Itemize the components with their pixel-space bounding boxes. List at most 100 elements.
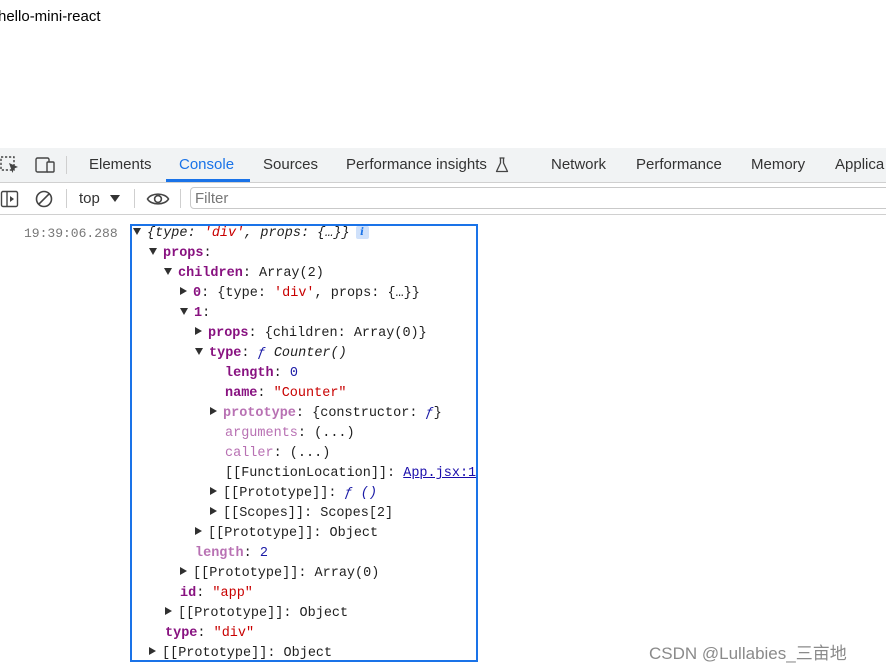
tree-token: props <box>163 246 204 261</box>
tree-token: name <box>225 386 258 401</box>
object-tree-row[interactable]: [[Prototype]]: ƒ () <box>210 484 377 504</box>
live-expression-eye-icon[interactable] <box>146 189 170 209</box>
toolbar-divider <box>134 189 135 208</box>
info-icon[interactable]: i <box>355 225 369 239</box>
object-tree-row: length: 2 <box>195 544 268 564</box>
tree-token: 1 <box>194 306 203 321</box>
tree-token: [[Prototype]]: Object <box>208 526 379 541</box>
object-tree-row[interactable]: [[Prototype]]: Array(0) <box>180 564 379 584</box>
tree-token: 'div' <box>203 226 245 241</box>
expand-triangle-icon[interactable] <box>165 607 172 616</box>
tree-token: arguments <box>225 426 298 441</box>
tree-token: : (...) <box>273 446 331 461</box>
show-sidebar-icon[interactable] <box>0 189 20 209</box>
tree-token: 0 <box>193 286 202 301</box>
source-link[interactable]: App.jsx:1 <box>403 466 476 481</box>
csdn-watermark: CSDN @Lullabies_三亩地 <box>649 644 847 663</box>
tab-network[interactable]: Network <box>551 148 606 182</box>
tree-token: , props: {…}} <box>314 286 420 301</box>
object-tree-row[interactable]: props: {children: Array(0)} <box>195 324 427 344</box>
tree-token: 0 <box>289 366 298 381</box>
tree-token: caller <box>225 446 274 461</box>
collapse-triangle-icon[interactable] <box>149 247 157 255</box>
tree-token: : <box>243 546 260 561</box>
device-toolbar-icon[interactable] <box>35 156 55 174</box>
filter-input[interactable] <box>190 187 886 209</box>
expand-triangle-icon[interactable] <box>180 567 187 576</box>
collapse-triangle-icon[interactable] <box>195 347 203 355</box>
expand-triangle-icon[interactable] <box>210 507 217 516</box>
tree-token: ƒ <box>425 406 434 421</box>
tab-sources[interactable]: Sources <box>263 148 318 182</box>
tree-token: type <box>209 346 242 361</box>
tree-token: [[FunctionLocation]]: <box>225 466 404 481</box>
inspect-element-icon[interactable] <box>0 156 20 174</box>
tab-performance[interactable]: Performance <box>636 148 722 182</box>
tab-console[interactable]: Console <box>179 148 234 182</box>
object-tree-row: caller: (...) <box>225 444 330 464</box>
expand-triangle-icon[interactable] <box>195 327 202 336</box>
object-tree-row: [[FunctionLocation]]: App.jsx:1 <box>225 464 476 484</box>
tree-token: 'div' <box>274 286 315 301</box>
tree-token: props <box>208 326 249 341</box>
object-tree-row[interactable]: 1: <box>180 304 210 324</box>
expand-triangle-icon[interactable] <box>180 287 187 296</box>
tree-token: prototype <box>223 406 296 421</box>
devtools-panel: Elements Console Sources Performance ins… <box>0 148 886 668</box>
object-tree-row[interactable]: children: Array(2) <box>164 264 324 284</box>
object-tree-row[interactable]: props: <box>149 244 212 264</box>
tree-token: : {type: <box>201 286 275 301</box>
object-tree-row[interactable]: [[Prototype]]: Object <box>149 644 332 664</box>
collapse-triangle-icon[interactable] <box>133 227 141 235</box>
object-tree-row[interactable]: {type: 'div', props: {…}} i <box>133 224 369 244</box>
tree-token: : {constructor: <box>295 406 426 421</box>
log-timestamp: 19:39:06.288 <box>24 226 118 241</box>
console-output: 19:39:06.288 {type: 'div', props: {…}} i p… <box>0 215 886 668</box>
tree-token: Counter() <box>265 346 347 361</box>
active-tab-indicator <box>166 179 250 182</box>
toolbar-divider <box>180 189 181 208</box>
page-heading-text: hello-mini-react <box>0 8 101 25</box>
tree-token: : <box>196 586 213 601</box>
collapse-triangle-icon[interactable] <box>180 307 188 315</box>
object-tree-row[interactable]: [[Scopes]]: Scopes[2] <box>210 504 393 524</box>
object-tree-row[interactable]: prototype: {constructor: ƒ} <box>210 404 442 424</box>
tree-token: : <box>241 346 258 361</box>
tree-token: : <box>197 626 214 641</box>
clear-console-icon[interactable] <box>34 189 54 209</box>
object-tree-row: name: "Counter" <box>225 384 347 404</box>
object-tree-row: type: "div" <box>165 624 254 644</box>
collapse-triangle-icon[interactable] <box>164 267 172 275</box>
tree-token: children <box>178 266 243 281</box>
expand-triangle-icon[interactable] <box>149 647 156 656</box>
tree-token: : (...) <box>297 426 355 441</box>
tab-elements[interactable]: Elements <box>89 148 152 182</box>
tree-token: , props: {…}} <box>244 226 350 241</box>
object-tree-row[interactable]: 0: {type: 'div', props: {…}} <box>180 284 420 304</box>
context-selector[interactable]: top <box>79 183 100 214</box>
tree-token: 2 <box>259 546 268 561</box>
object-tree-row[interactable]: [[Prototype]]: Object <box>165 604 348 624</box>
tree-token: [[Prototype]]: Object <box>162 646 333 661</box>
object-tree-row: id: "app" <box>180 584 253 604</box>
tab-application[interactable]: Applica <box>835 148 884 182</box>
tree-token: ƒ () <box>344 486 377 501</box>
expand-triangle-icon[interactable] <box>195 527 202 536</box>
object-tree-row[interactable]: type: ƒ Counter() <box>195 344 347 364</box>
console-toolbar: top <box>0 183 886 215</box>
tree-token: : <box>257 386 274 401</box>
expand-triangle-icon[interactable] <box>210 407 217 416</box>
tree-token: } <box>433 406 442 421</box>
tab-memory[interactable]: Memory <box>751 148 805 182</box>
tree-token: [[Prototype]]: Array(0) <box>193 566 380 581</box>
context-dropdown-arrow-icon[interactable] <box>110 195 120 202</box>
tree-token: : {children: Array(0)} <box>248 326 427 341</box>
expand-triangle-icon[interactable] <box>210 487 217 496</box>
tree-token: : <box>202 306 211 321</box>
devtools-tab-bar: Elements Console Sources Performance ins… <box>0 148 886 183</box>
object-tree-row[interactable]: [[Prototype]]: Object <box>195 524 378 544</box>
tree-token: : Array(2) <box>242 266 324 281</box>
tree-token: length <box>225 366 274 381</box>
tab-performance-insights[interactable]: Performance insights <box>346 148 487 182</box>
tab-bar-divider <box>66 156 67 174</box>
